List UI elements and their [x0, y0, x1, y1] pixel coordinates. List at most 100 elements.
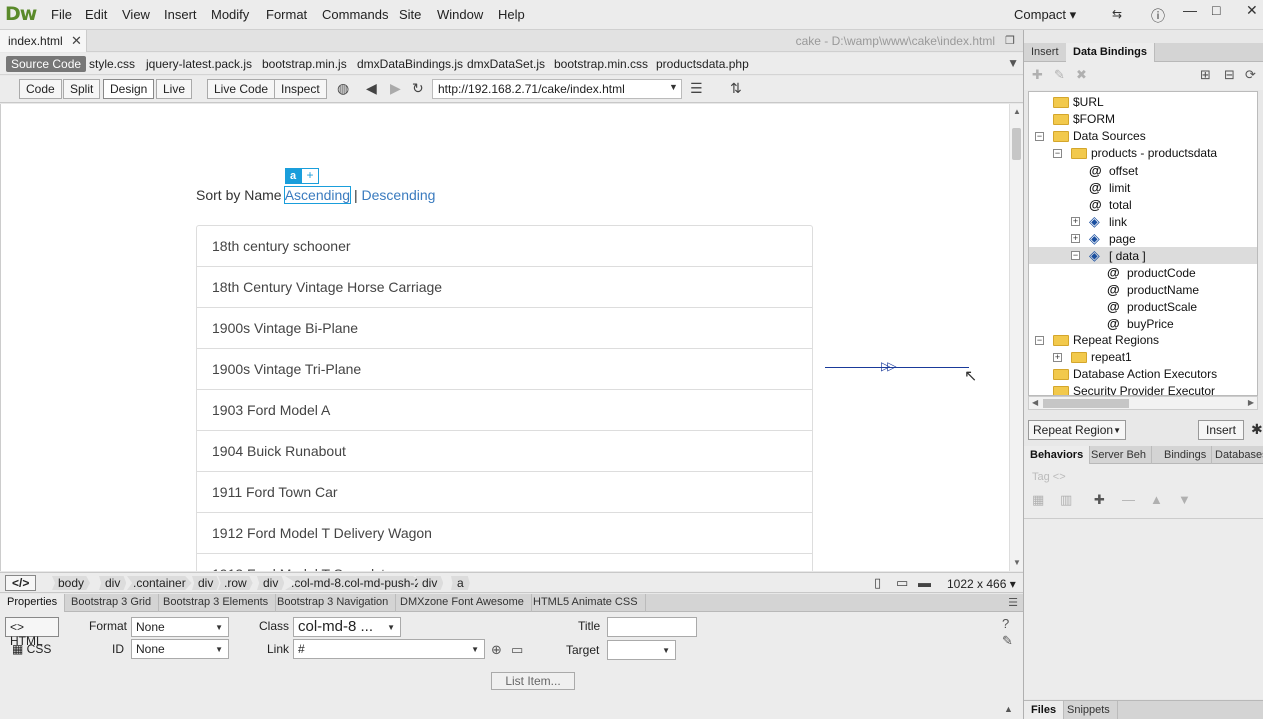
related-file[interactable]: dmxDataBindings.js [357, 57, 463, 71]
list-item-button[interactable]: List Item... [491, 672, 575, 690]
tab-databases[interactable]: Databases [1210, 446, 1263, 465]
list-item[interactable]: 1911 Ford Town Car [197, 472, 812, 513]
filter-icon[interactable]: ▼ [1007, 56, 1019, 70]
tab-files[interactable]: Files [1024, 701, 1065, 719]
collapse-icon[interactable]: − [1071, 251, 1080, 260]
tab-font-awesome[interactable]: DMXzone Font Awesome [393, 594, 532, 612]
related-file[interactable]: jquery-latest.pack.js [146, 57, 252, 71]
horizontal-scrollbar[interactable]: ◀ ▶ [1028, 396, 1258, 410]
menu-modify[interactable]: Modify [211, 7, 249, 22]
tablet-size-icon[interactable]: ▭ [896, 575, 908, 591]
scrollbar-thumb[interactable] [1043, 399, 1129, 408]
tab-bootstrap-navigation[interactable]: Bootstrap 3 Navigation [270, 594, 397, 612]
tag-body[interactable]: body [52, 576, 91, 590]
tab-index-html[interactable]: index.html ✕ [0, 30, 87, 52]
info-icon[interactable]: ⓘ [1151, 6, 1165, 26]
scroll-up-icon[interactable]: ▲ [1013, 107, 1021, 116]
chevron-down-icon[interactable]: ▼ [669, 82, 678, 92]
tree-node[interactable]: Security Provider Executor [1029, 383, 1257, 395]
data-bindings-tree[interactable]: $URL $FORM − Data Sources − products - produc… [1028, 91, 1258, 396]
quick-edit-icon[interactable]: ✎ [1002, 633, 1013, 649]
refresh-icon[interactable]: ⟳ [1245, 67, 1256, 83]
code-view-button[interactable]: Code [19, 79, 62, 99]
pin-icon[interactable]: ✱ [1251, 421, 1263, 438]
target-select[interactable]: ▼ [607, 640, 676, 660]
collapse-icon[interactable]: − [1053, 149, 1062, 158]
show-set-events-icon[interactable]: ▦ [1032, 492, 1044, 508]
tab-data-bindings[interactable]: Data Bindings [1066, 43, 1155, 62]
source-code-button[interactable]: Source Code [6, 56, 87, 72]
globe-icon[interactable]: ◍ [337, 80, 349, 97]
panel-menu-icon[interactable]: ☰ [1008, 596, 1018, 609]
css-mode-button[interactable]: ▦ CSS [12, 642, 51, 656]
sync-icon[interactable]: ⇆ [1112, 7, 1122, 21]
tree-node[interactable]: Database Action Executors [1029, 366, 1257, 383]
tab-behaviors[interactable]: Behaviors [1024, 446, 1091, 465]
tree-node[interactable]: @ productScale [1029, 298, 1257, 315]
scrollbar-thumb[interactable] [1012, 128, 1021, 160]
tab-insert[interactable]: Insert [1024, 43, 1067, 62]
tree-node[interactable]: $FORM [1029, 111, 1257, 128]
collapse-icon[interactable]: ▲ [1004, 704, 1013, 714]
tree-node[interactable]: @ productName [1029, 281, 1257, 298]
window-size-select[interactable]: 1022 x 466 ▾ [947, 577, 1016, 591]
restore-icon[interactable]: ❐ [1005, 34, 1015, 47]
help-icon[interactable]: ? [1002, 616, 1009, 631]
tab-bootstrap-elements[interactable]: Bootstrap 3 Elements [156, 594, 277, 612]
tag-div[interactable]: div [192, 576, 220, 590]
list-item[interactable]: 1900s Vintage Bi-Plane [197, 308, 812, 349]
minimize-icon[interactable]: — [1183, 2, 1197, 18]
expand-icon[interactable]: + [1071, 217, 1080, 226]
tag-div[interactable]: div [99, 576, 127, 590]
tag-class-col[interactable]: .col-md-8.col-md-push-2 [285, 576, 428, 590]
tab-animate-css[interactable]: HTML5 Animate CSS [526, 594, 646, 612]
mobile-size-icon[interactable]: ▯ [874, 575, 881, 591]
tab-bootstrap-grid[interactable]: Bootstrap 3 Grid [64, 594, 160, 612]
tree-node[interactable]: @ buyPrice [1029, 315, 1257, 332]
live-view-button[interactable]: Live [156, 79, 193, 99]
collapse-all-icon[interactable]: ⊟ [1224, 67, 1235, 83]
add-class-button[interactable]: + [301, 168, 319, 184]
menu-edit[interactable]: Edit [85, 7, 107, 22]
format-select[interactable]: None ▼ [131, 617, 229, 637]
menu-format[interactable]: Format [266, 7, 307, 22]
point-to-file-icon[interactable]: ⊕ [491, 642, 502, 658]
browse-folder-icon[interactable]: ▭ [511, 642, 523, 658]
related-file[interactable]: bootstrap.min.css [554, 57, 648, 71]
related-file[interactable]: style.css [89, 57, 135, 71]
back-icon[interactable]: ◀ [366, 80, 377, 97]
close-tab-icon[interactable]: ✕ [71, 33, 82, 49]
page-options-icon[interactable]: ☰ [690, 80, 703, 97]
delete-icon[interactable]: ✖ [1076, 67, 1087, 83]
vertical-scrollbar[interactable]: ▲ ▼ [1009, 104, 1023, 571]
move-up-icon[interactable]: ▲ [1150, 492, 1163, 507]
tree-node[interactable]: @ offset [1029, 162, 1257, 179]
tag-div[interactable]: div [416, 576, 444, 590]
tree-node[interactable]: + ◈ page [1029, 230, 1257, 247]
menu-help[interactable]: Help [498, 7, 525, 22]
collapse-icon[interactable]: − [1035, 336, 1044, 345]
list-item[interactable]: 1913 Ford Model T Speedster [197, 554, 812, 571]
list-item[interactable]: 1903 Ford Model A [197, 390, 812, 431]
tree-node[interactable]: @ total [1029, 196, 1257, 213]
sort-ascending-link[interactable]: Ascending [283, 186, 352, 204]
add-behavior-icon[interactable]: ✚ [1094, 492, 1105, 508]
close-icon[interactable]: ✕ [1246, 2, 1258, 19]
forward-icon[interactable]: ▶ [390, 80, 401, 97]
related-file[interactable]: dmxDataSet.js [467, 57, 545, 71]
link-input[interactable]: # ▼ [293, 639, 485, 659]
design-view-button[interactable]: Design [103, 79, 155, 99]
show-all-events-icon[interactable]: ▥ [1060, 492, 1072, 508]
desktop-size-icon[interactable]: ▬ [918, 575, 931, 590]
related-file[interactable]: bootstrap.min.js [262, 57, 347, 71]
tag-div[interactable]: div [257, 576, 285, 590]
list-item[interactable]: 1912 Ford Model T Delivery Wagon [197, 513, 812, 554]
tab-snippets[interactable]: Snippets [1060, 701, 1118, 719]
sort-icon[interactable]: ⇅ [730, 80, 742, 97]
tree-node[interactable]: @ productCode [1029, 264, 1257, 281]
split-view-button[interactable]: Split [63, 79, 101, 99]
edit-icon[interactable]: ✎ [1054, 67, 1065, 83]
remove-behavior-icon[interactable]: — [1122, 492, 1135, 507]
list-item[interactable]: 18th century schooner [197, 226, 812, 267]
scroll-right-icon[interactable]: ▶ [1248, 398, 1254, 407]
